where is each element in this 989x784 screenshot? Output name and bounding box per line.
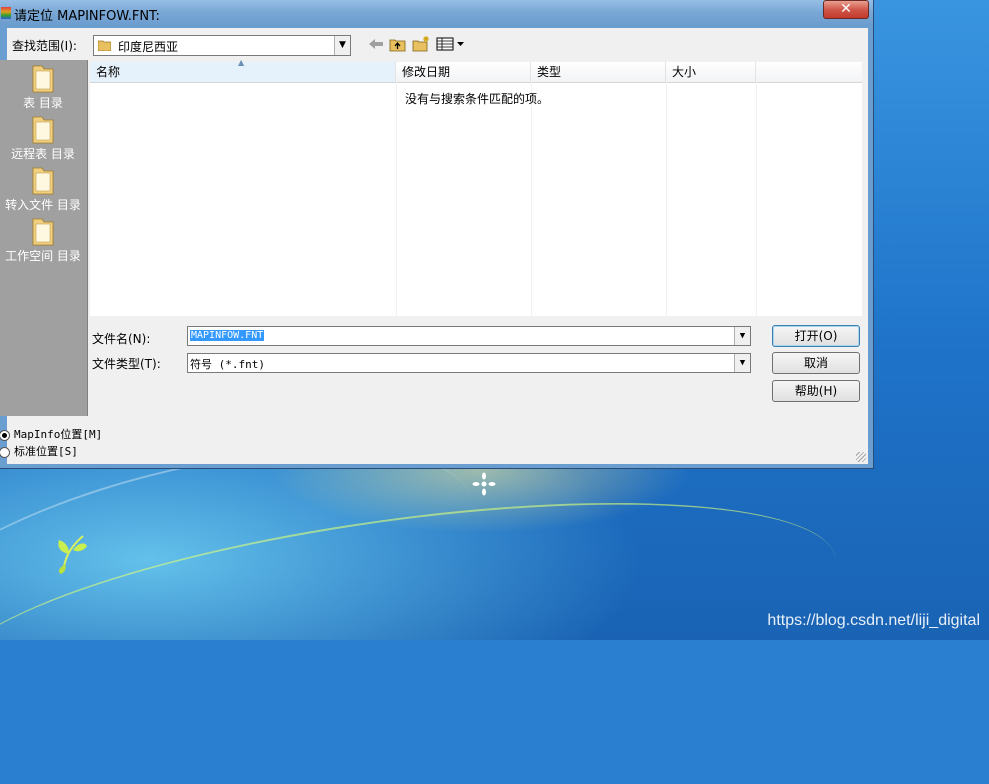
file-list[interactable]: 名称 修改日期 类型 大小 ▲ 没有与搜索条件匹配的项。 [90,58,862,316]
close-icon: ✕ [840,1,852,17]
filename-value: MAPINFOW.FNT [190,330,265,341]
new-folder-icon[interactable] [412,35,430,52]
chevron-down-icon[interactable]: ▼ [734,354,750,372]
cancel-button[interactable]: 取消 [772,352,860,374]
resize-grip-icon[interactable] [856,452,866,462]
view-menu-icon[interactable] [436,37,466,51]
column-divider [396,82,397,316]
column-header-size[interactable]: 大小 [666,62,756,82]
sort-up-icon: ▲ [238,58,245,67]
folder-icon [32,65,54,93]
locate-file-dialog: 请定位 MAPINFOW.FNT: ✕ 查找范围(I): 印度尼西亚 ▼ 表 目… [0,0,874,469]
column-header-type[interactable]: 类型 [531,62,666,82]
column-divider [666,82,667,316]
radio-unchecked-icon[interactable] [0,446,10,458]
folder-icon [32,167,54,195]
place-label: 表 目录 [23,96,63,110]
list-header: 名称 修改日期 类型 大小 ▲ [90,58,862,83]
dialog-title: 请定位 MAPINFOW.FNT: [14,9,160,24]
chevron-down-icon[interactable]: ▼ [734,327,750,345]
radio-mapinfo-location[interactable]: MapInfo位置[M] [0,426,102,442]
place-label: 远程表 目录 [11,147,75,161]
dialog-client-area: 查找范围(I): 印度尼西亚 ▼ 表 目录 远程表 目录 转入文件 目录 工作空… [0,28,868,464]
filename-label: 文件名(N): [92,332,151,346]
radio-label: 标准位置[S] [14,445,78,458]
radio-label: MapInfo位置[M] [14,428,103,441]
title-bar[interactable]: 请定位 MAPINFOW.FNT: ✕ [0,0,873,26]
folder-icon [98,40,111,51]
place-workspace-dir[interactable]: 工作空间 目录 [0,215,87,264]
filetype-value: 符号 (*.fnt) [190,358,265,371]
column-divider [531,82,532,316]
lookin-label: 查找范围(I): [12,39,77,53]
leaf-icon [58,535,87,574]
column-divider [756,82,757,316]
place-label: 转入文件 目录 [5,198,81,212]
open-button[interactable]: 打开(O) [772,325,860,347]
filename-input[interactable]: MAPINFOW.FNT ▼ [187,326,751,346]
chevron-down-icon[interactable]: ▼ [334,36,350,55]
column-header-date[interactable]: 修改日期 [396,62,531,82]
filetype-label: 文件类型(T): [92,357,161,371]
help-button[interactable]: 帮助(H) [772,380,860,402]
place-remote-table-dir[interactable]: 远程表 目录 [0,113,87,162]
lookin-combo[interactable]: 印度尼西亚 ▼ [93,35,351,56]
app-icon [1,7,11,19]
windows-flower-icon [472,472,496,496]
folder-icon [32,218,54,246]
back-arrow-icon[interactable] [368,37,384,51]
lookin-value: 印度尼西亚 [118,40,179,54]
up-folder-icon[interactable] [389,36,406,52]
radio-checked-icon[interactable] [0,429,10,441]
empty-list-message: 没有与搜索条件匹配的项。 [405,92,550,106]
filetype-select[interactable]: 符号 (*.fnt) ▼ [187,353,751,373]
place-import-dir[interactable]: 转入文件 目录 [0,164,87,213]
place-table-dir[interactable]: 表 目录 [0,62,87,111]
close-button[interactable]: ✕ [823,0,869,19]
places-bar: 表 目录 远程表 目录 转入文件 目录 工作空间 目录 [0,60,88,416]
watermark-text: https://blog.csdn.net/liji_digital [767,612,980,629]
radio-standard-location[interactable]: 标准位置[S] [0,443,78,459]
folder-icon [32,116,54,144]
place-label: 工作空间 目录 [5,249,81,263]
